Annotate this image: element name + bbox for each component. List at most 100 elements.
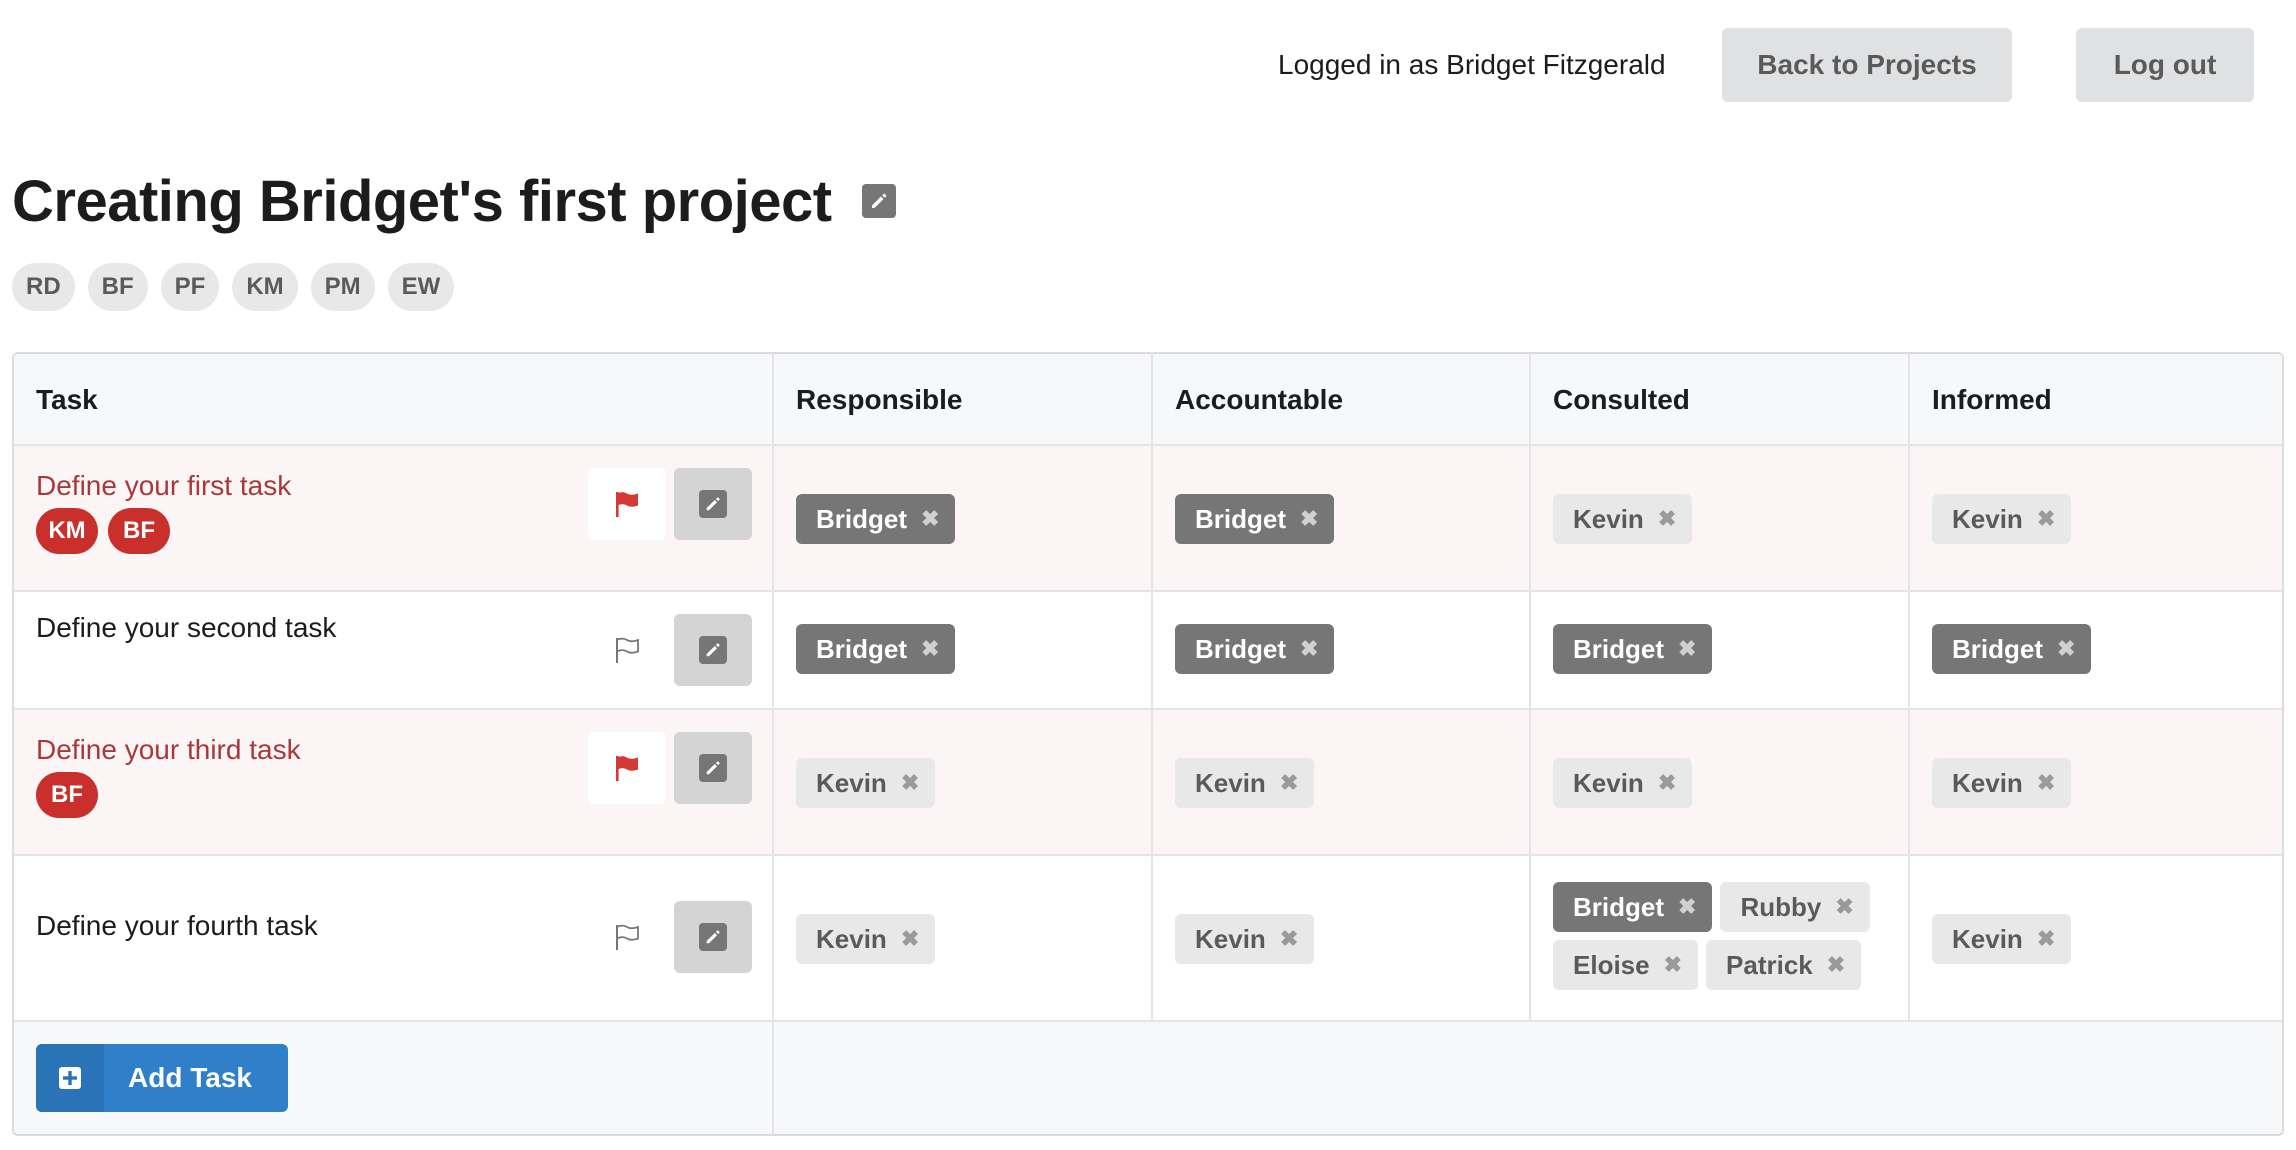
close-icon[interactable]: ✖ xyxy=(1658,772,1676,794)
close-icon[interactable]: ✖ xyxy=(2057,638,2075,660)
edit-task-button[interactable] xyxy=(674,732,752,804)
task-name[interactable]: Define your fourth task xyxy=(36,844,318,1008)
flag-toggle-button[interactable] xyxy=(588,468,666,540)
plus-square-icon xyxy=(59,1067,81,1089)
person-tag[interactable]: Kevin ✖ xyxy=(1932,494,2072,544)
person-tag[interactable]: Patrick ✖ xyxy=(1706,940,1862,990)
person-tag[interactable]: Bridget ✖ xyxy=(1175,494,1335,544)
close-icon[interactable]: ✖ xyxy=(1835,896,1853,918)
member-avatar[interactable]: EW xyxy=(387,263,455,311)
edit-task-button[interactable] xyxy=(674,614,752,686)
close-icon[interactable]: ✖ xyxy=(2037,508,2055,530)
person-tag-label: Kevin xyxy=(1952,503,2023,534)
edit-task-button[interactable] xyxy=(674,468,752,540)
table-footer: Add Task xyxy=(14,1022,2282,1134)
person-tag-label: Kevin xyxy=(816,923,887,954)
person-tag-label: Patrick xyxy=(1726,949,1813,980)
person-tag[interactable]: Kevin ✖ xyxy=(1932,758,2072,808)
task-name[interactable]: Define your third task xyxy=(36,734,301,766)
person-tag-label: Kevin xyxy=(1573,503,1644,534)
close-icon[interactable]: ✖ xyxy=(1300,508,1318,530)
task-owner-badge[interactable]: BF xyxy=(36,772,98,818)
person-tag-label: Eloise xyxy=(1573,949,1650,980)
flag-icon xyxy=(616,756,638,781)
pencil-icon xyxy=(706,643,720,657)
close-icon[interactable]: ✖ xyxy=(2037,772,2055,794)
edit-title-button[interactable] xyxy=(861,184,896,218)
close-icon[interactable]: ✖ xyxy=(1678,896,1696,918)
person-tag-label: Bridget xyxy=(1952,633,2043,664)
close-icon[interactable]: ✖ xyxy=(1664,954,1682,976)
person-tag[interactable]: Kevin ✖ xyxy=(1175,914,1315,964)
task-name[interactable]: Define your first task xyxy=(36,470,291,502)
person-tag[interactable]: Bridget ✖ xyxy=(1175,624,1335,674)
responsible-cell: Bridget ✖ xyxy=(774,446,1153,590)
title-row: Creating Bridget's first project xyxy=(12,162,896,240)
table-header: Task Responsible Accountable Consulted I… xyxy=(14,354,2282,446)
member-avatar[interactable]: PM xyxy=(310,263,375,311)
task-owners: KM BF xyxy=(36,508,170,554)
column-header-informed: Informed xyxy=(1932,384,2052,415)
close-icon[interactable]: ✖ xyxy=(1280,772,1298,794)
person-tag-label: Kevin xyxy=(1952,923,2023,954)
person-tag[interactable]: Bridget ✖ xyxy=(796,494,956,544)
person-tag[interactable]: Bridget ✖ xyxy=(796,624,956,674)
column-header-responsible: Responsible xyxy=(796,384,963,415)
person-tag[interactable]: Kevin ✖ xyxy=(1932,914,2072,964)
edit-task-button[interactable] xyxy=(674,901,752,973)
flag-toggle-button[interactable] xyxy=(588,732,666,804)
close-icon[interactable]: ✖ xyxy=(1658,508,1676,530)
close-icon[interactable]: ✖ xyxy=(1678,638,1696,660)
flag-toggle-button[interactable] xyxy=(588,614,666,686)
accountable-cell: Bridget ✖ xyxy=(1153,446,1531,590)
table-row: Define your third task BF Kevin ✖ Kevin ✖ Kevi… xyxy=(14,710,2282,856)
informed-cell: Kevin ✖ xyxy=(1910,710,2282,854)
member-avatar[interactable]: PF xyxy=(160,263,220,311)
close-icon[interactable]: ✖ xyxy=(901,928,919,950)
task-owner-badge[interactable]: BF xyxy=(108,508,170,554)
add-task-button[interactable]: Add Task xyxy=(36,1044,288,1112)
person-tag-label: Bridget xyxy=(1195,633,1286,664)
person-tag-label: Kevin xyxy=(1573,767,1644,798)
table-row: Define your second task Bridget ✖ Bridget ✖ B… xyxy=(14,592,2282,710)
person-tag[interactable]: Kevin ✖ xyxy=(796,758,936,808)
person-tag[interactable]: Kevin ✖ xyxy=(1175,758,1315,808)
person-tag[interactable]: Rubby ✖ xyxy=(1720,882,1870,932)
responsible-cell: Bridget ✖ xyxy=(774,592,1153,708)
task-owner-badge[interactable]: KM xyxy=(36,508,98,554)
pencil-icon xyxy=(871,193,886,208)
back-to-projects-button[interactable]: Back to Projects xyxy=(1722,28,2012,102)
person-tag[interactable]: Kevin ✖ xyxy=(796,914,936,964)
person-tag[interactable]: Bridget ✖ xyxy=(1553,882,1713,932)
close-icon[interactable]: ✖ xyxy=(1300,638,1318,660)
top-bar: Logged in as Bridget Fitzgerald Back to … xyxy=(0,28,2296,102)
person-tag-label: Kevin xyxy=(1952,767,2023,798)
flag-icon xyxy=(616,924,639,950)
close-icon[interactable]: ✖ xyxy=(901,772,919,794)
member-avatar[interactable]: KM xyxy=(232,263,298,311)
member-avatar[interactable]: BF xyxy=(87,263,148,311)
person-tag[interactable]: Bridget ✖ xyxy=(1932,624,2092,674)
informed-cell: Bridget ✖ xyxy=(1910,592,2282,708)
flag-icon xyxy=(616,492,638,517)
close-icon[interactable]: ✖ xyxy=(921,508,939,530)
person-tag-label: Bridget xyxy=(816,633,907,664)
person-tag-label: Bridget xyxy=(816,503,907,534)
column-header-task: Task xyxy=(36,384,98,415)
flag-toggle-button[interactable] xyxy=(588,901,666,973)
close-icon[interactable]: ✖ xyxy=(1827,954,1845,976)
person-tag[interactable]: Kevin ✖ xyxy=(1553,494,1693,544)
close-icon[interactable]: ✖ xyxy=(1280,928,1298,950)
accountable-cell: Kevin ✖ xyxy=(1153,710,1531,854)
informed-cell: Kevin ✖ xyxy=(1910,856,2282,1020)
person-tag[interactable]: Kevin ✖ xyxy=(1553,758,1693,808)
close-icon[interactable]: ✖ xyxy=(2037,928,2055,950)
accountable-cell: Bridget ✖ xyxy=(1153,592,1531,708)
task-name[interactable]: Define your second task xyxy=(36,570,336,686)
person-tag[interactable]: Eloise ✖ xyxy=(1553,940,1699,990)
person-tag[interactable]: Bridget ✖ xyxy=(1553,624,1713,674)
pencil-icon xyxy=(706,761,720,775)
member-avatar[interactable]: RD xyxy=(12,263,75,311)
close-icon[interactable]: ✖ xyxy=(921,638,939,660)
logout-button[interactable]: Log out xyxy=(2076,28,2254,102)
